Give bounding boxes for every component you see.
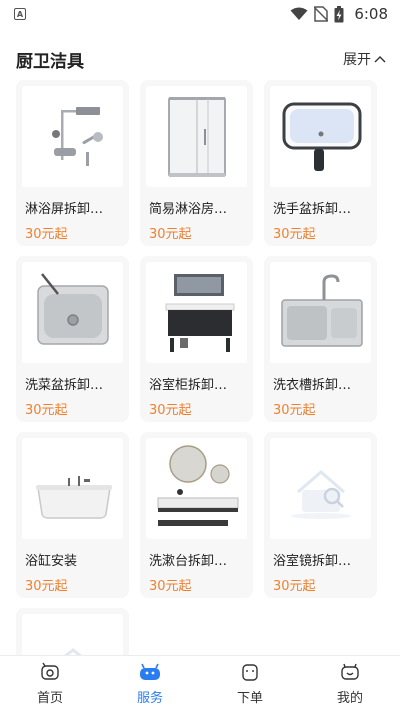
kitchen-sink-icon xyxy=(36,272,109,345)
card-image xyxy=(22,262,123,363)
tab-profile[interactable]: 我的 xyxy=(300,662,400,706)
tab-home[interactable]: 首页 xyxy=(0,662,100,706)
card-title: 洗漱台拆卸… xyxy=(149,554,228,569)
profile-icon xyxy=(341,663,359,680)
tab-order[interactable]: 下单 xyxy=(200,662,300,706)
card-image xyxy=(22,86,123,187)
service-card[interactable]: 洗漱台拆卸… 30元起 xyxy=(140,432,253,598)
shower-icon xyxy=(51,106,103,166)
tab-label: 服务 xyxy=(136,690,163,706)
service-card[interactable]: 淋浴屏拆卸… 30元起 xyxy=(16,80,129,246)
card-price: 30元起 xyxy=(25,579,68,594)
service-grid: 淋浴屏拆卸… 30元起 简易淋浴房… 30元起 洗手盆拆卸… 30元起 洗菜盆拆… xyxy=(16,80,378,668)
card-title: 浴缸安装 xyxy=(25,554,78,569)
card-price: 30元起 xyxy=(149,403,192,418)
card-price: 30元起 xyxy=(25,227,68,242)
card-price: 30元起 xyxy=(25,403,68,418)
card-price: 30元起 xyxy=(273,227,316,242)
order-icon xyxy=(242,663,258,681)
bottom-tab-bar: 首页 服务 下单 我的 xyxy=(0,655,400,711)
tab-label: 我的 xyxy=(336,690,363,706)
service-card[interactable]: 洗菜盆拆卸… 30元起 xyxy=(16,256,129,422)
tab-service[interactable]: 服务 xyxy=(100,662,200,706)
service-card[interactable]: 洗衣槽拆卸… 30元起 xyxy=(264,256,377,422)
no-sim-icon xyxy=(314,6,329,22)
section-title: 厨卫洁具 xyxy=(16,51,84,72)
placeholder-image-icon xyxy=(290,469,351,519)
wash-basin-icon xyxy=(282,102,361,171)
card-title: 洗衣槽拆卸… xyxy=(273,378,352,393)
card-title: 浴室柜拆卸… xyxy=(149,378,228,393)
expand-button[interactable]: 展开 xyxy=(343,49,386,69)
card-price: 30元起 xyxy=(273,403,316,418)
card-image xyxy=(146,86,247,187)
card-price: 30元起 xyxy=(149,227,192,242)
card-image xyxy=(146,262,247,363)
card-image xyxy=(22,438,123,539)
bathroom-cabinet-icon xyxy=(165,273,234,352)
section-header: 厨卫洁具 展开 xyxy=(16,48,386,72)
double-sink-icon xyxy=(280,273,363,347)
card-title: 淋浴屏拆卸… xyxy=(25,202,104,217)
service-card[interactable]: 浴室柜拆卸… 30元起 xyxy=(140,256,253,422)
home-icon xyxy=(41,662,59,680)
service-card[interactable]: 简易淋浴房… 30元起 xyxy=(140,80,253,246)
clock: 6:08 xyxy=(354,5,388,23)
tab-label: 下单 xyxy=(236,690,263,706)
bathtub-icon xyxy=(35,475,112,519)
service-card[interactable]: 洗手盆拆卸… 30元起 xyxy=(264,80,377,246)
service-icon xyxy=(140,663,160,680)
tab-label: 首页 xyxy=(36,690,63,706)
card-title: 浴室镜拆卸… xyxy=(273,554,352,569)
card-image xyxy=(270,86,371,187)
card-image xyxy=(270,262,371,363)
status-bar: A 6:08 xyxy=(0,0,400,28)
card-image xyxy=(146,438,247,539)
shower-room-icon xyxy=(167,97,226,177)
wifi-icon xyxy=(290,7,308,20)
card-title: 洗手盆拆卸… xyxy=(273,202,352,217)
vanity-icon xyxy=(157,444,238,526)
chevron-up-icon xyxy=(374,56,386,63)
service-card[interactable]: 浴缸安装 30元起 xyxy=(16,432,129,598)
card-title: 洗菜盆拆卸… xyxy=(25,378,104,393)
card-title: 简易淋浴房… xyxy=(149,202,228,217)
expand-label: 展开 xyxy=(343,52,371,68)
battery-charging-icon xyxy=(334,5,344,22)
card-price: 30元起 xyxy=(149,579,192,594)
card-price: 30元起 xyxy=(273,579,316,594)
app-notification-icon: A xyxy=(14,8,26,20)
service-card[interactable]: 浴室镜拆卸… 30元起 xyxy=(264,432,377,598)
card-image xyxy=(270,438,371,539)
